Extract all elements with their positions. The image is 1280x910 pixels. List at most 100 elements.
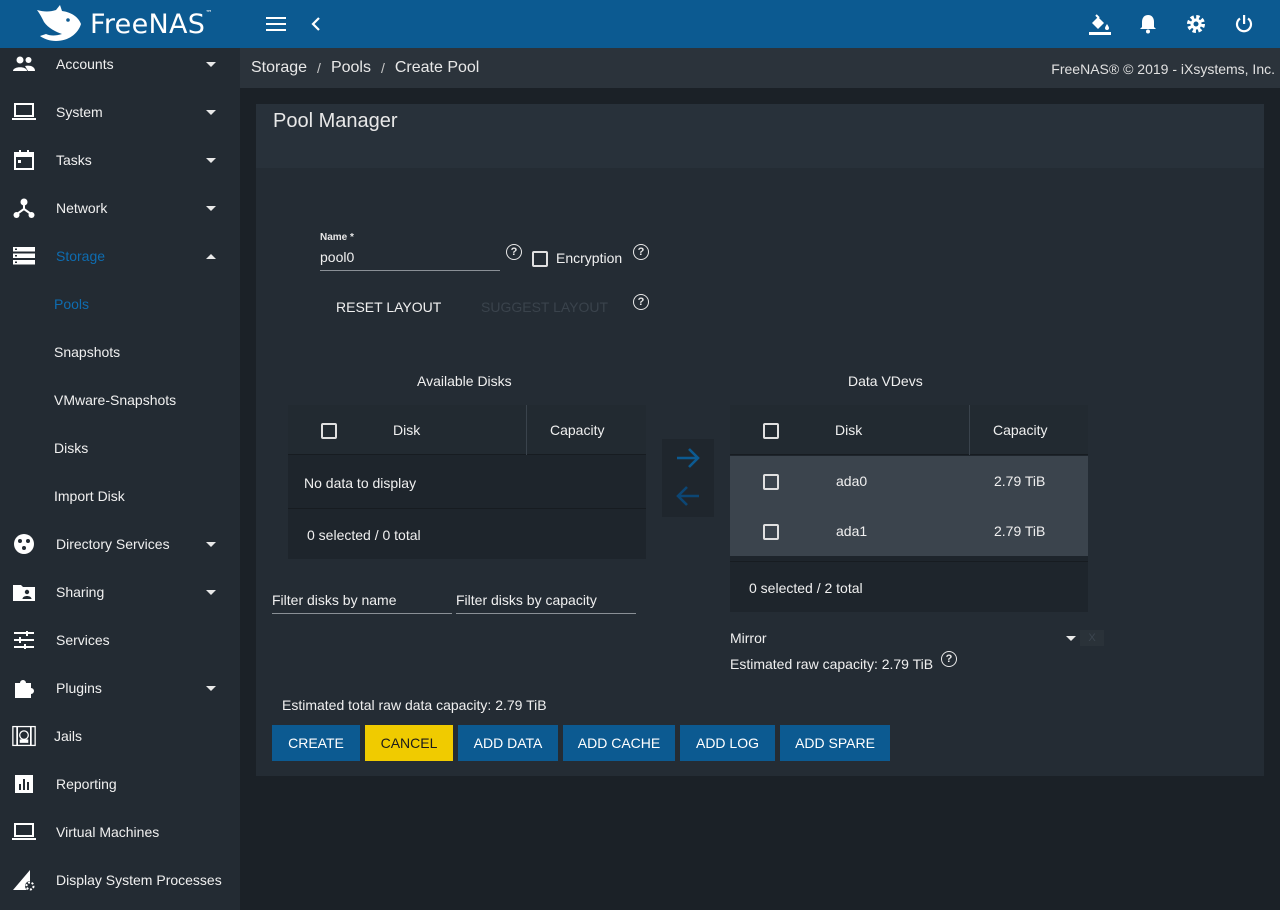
arrow-right-icon[interactable]: [675, 447, 701, 469]
add-log-button[interactable]: ADD LOG: [680, 725, 775, 761]
sidebar-item-network[interactable]: Network: [0, 184, 240, 232]
breadcrumb-storage[interactable]: Storage: [251, 59, 307, 77]
estimated-raw-capacity: Estimated raw capacity: 2.79 TiB: [730, 656, 934, 672]
sidebar-item-accounts[interactable]: Accounts: [0, 48, 240, 88]
chevron-down-icon: [206, 109, 216, 115]
back-icon[interactable]: [304, 12, 328, 36]
gear-icon[interactable]: [1184, 12, 1208, 36]
sidebar-subitem-snapshots[interactable]: Snapshots: [0, 328, 240, 376]
capacity-help-icon[interactable]: ?: [941, 651, 957, 667]
row-checkbox[interactable]: [763, 524, 779, 540]
column-header-capacity[interactable]: Capacity: [993, 422, 1047, 438]
filter-by-capacity-input[interactable]: Filter disks by capacity: [456, 592, 597, 608]
sidebar-subitem-vmware-snapshots[interactable]: VMware-Snapshots: [0, 376, 240, 424]
directory-icon: [12, 532, 36, 556]
puzzle-icon: [12, 676, 36, 700]
sidebar-item-label: Network: [56, 200, 108, 216]
create-button[interactable]: CREATE: [272, 725, 360, 761]
reset-layout-button[interactable]: RESET LAYOUT: [336, 299, 441, 315]
processes-icon: [12, 868, 36, 892]
app-name: FreeNAS™: [90, 8, 213, 40]
sidebar-item-directory-services[interactable]: Directory Services: [0, 520, 240, 568]
cancel-button[interactable]: CANCEL: [365, 725, 453, 761]
shark-icon: [37, 5, 81, 41]
encryption-checkbox[interactable]: [532, 251, 548, 267]
sidebar-item-system[interactable]: System: [0, 88, 240, 136]
chevron-down-icon: [206, 61, 216, 67]
bell-icon[interactable]: [1136, 12, 1160, 36]
available-disks-table: Disk Capacity No data to display 0 selec…: [288, 405, 646, 559]
table-row[interactable]: ada0 2.79 TiB: [730, 456, 1088, 506]
sidebar-item-plugins[interactable]: Plugins: [0, 664, 240, 712]
column-header-capacity[interactable]: Capacity: [550, 422, 604, 438]
sidebar-item-label: Storage: [56, 248, 106, 264]
add-data-button[interactable]: ADD DATA: [458, 725, 558, 761]
chevron-down-icon[interactable]: [1066, 636, 1076, 641]
available-footer: 0 selected / 0 total: [307, 527, 421, 543]
sidebar-item-label: Tasks: [56, 152, 92, 168]
arrow-left-icon[interactable]: [675, 485, 701, 507]
disk-capacity: 2.79 TiB: [994, 523, 1046, 539]
chevron-down-icon: [206, 685, 216, 691]
sidebar-item-label: Jails: [54, 728, 83, 744]
laptop-icon: [12, 100, 36, 124]
vdev-layout-select[interactable]: Mirror: [730, 630, 767, 646]
sidebar: Accounts System Tasks Network Storage Po…: [0, 48, 240, 910]
chevron-down-icon: [206, 589, 216, 595]
top-bar: FreeNAS™: [0, 0, 1280, 48]
name-help-icon[interactable]: ?: [506, 244, 522, 260]
sidebar-item-storage[interactable]: Storage: [0, 232, 240, 280]
theme-icon[interactable]: [1088, 12, 1112, 36]
vdev-select-all-checkbox[interactable]: [763, 423, 779, 439]
sidebar-item-label: Reporting: [56, 776, 117, 792]
power-icon[interactable]: [1232, 12, 1256, 36]
encryption-label: Encryption: [556, 250, 623, 266]
sidebar-item-label: Directory Services: [56, 536, 170, 552]
sidebar-item-label: Display System Processes: [56, 872, 222, 888]
jail-icon: [12, 724, 36, 748]
name-input-underline: [320, 270, 500, 271]
menu-icon[interactable]: [264, 12, 288, 36]
move-disks-controls: [662, 439, 714, 517]
sidebar-item-tasks[interactable]: Tasks: [0, 136, 240, 184]
freenas-logo[interactable]: FreeNAS™: [0, 0, 240, 48]
name-input[interactable]: pool0: [320, 249, 354, 265]
data-vdevs-title: Data VDevs: [848, 373, 923, 389]
vdevs-footer: 0 selected / 2 total: [749, 580, 863, 596]
column-header-disk[interactable]: Disk: [835, 422, 862, 438]
sidebar-item-label: System: [56, 104, 103, 120]
sidebar-item-services[interactable]: Services: [0, 616, 240, 664]
folder-shared-icon: [12, 580, 36, 604]
chart-icon: [12, 772, 36, 796]
people-icon: [12, 52, 36, 76]
available-disks-title: Available Disks: [417, 373, 512, 389]
table-header: Disk Capacity: [730, 405, 1088, 455]
row-checkbox[interactable]: [763, 474, 779, 490]
sidebar-item-label: Accounts: [56, 56, 114, 72]
sidebar-subitem-import-disk[interactable]: Import Disk: [0, 472, 240, 520]
sidebar-item-display-system-processes[interactable]: Display System Processes: [0, 856, 240, 904]
sidebar-item-sharing[interactable]: Sharing: [0, 568, 240, 616]
filter-by-name-input[interactable]: Filter disks by name: [272, 592, 396, 608]
layout-help-icon[interactable]: ?: [633, 294, 649, 310]
available-select-all-checkbox[interactable]: [321, 423, 337, 439]
sidebar-item-virtual-machines[interactable]: Virtual Machines: [0, 808, 240, 856]
sidebar-subitem-disks[interactable]: Disks: [0, 424, 240, 472]
sidebar-item-reporting[interactable]: Reporting: [0, 760, 240, 808]
breadcrumb-pools[interactable]: Pools: [331, 59, 371, 77]
breadcrumb-create-pool: Create Pool: [394, 59, 480, 76]
page-title: Pool Manager: [273, 110, 398, 132]
table-row[interactable]: ada1 2.79 TiB: [730, 506, 1088, 556]
sidebar-item-jails[interactable]: Jails: [0, 712, 240, 760]
column-header-disk[interactable]: Disk: [393, 422, 420, 438]
sidebar-item-label: Virtual Machines: [56, 824, 160, 840]
encryption-help-icon[interactable]: ?: [633, 244, 649, 260]
data-vdevs-table: Disk Capacity ada0 2.79 TiB ada1 2.79 Ti…: [730, 405, 1088, 612]
add-cache-button[interactable]: ADD CACHE: [563, 725, 675, 761]
breadcrumb-bar: Storage / Pools / Create Pool FreeNAS® ©…: [240, 48, 1280, 88]
suggest-layout-button[interactable]: SUGGEST LAYOUT: [481, 299, 608, 315]
pool-manager-card: Pool Manager Name * pool0 ? Encryption ?…: [256, 104, 1264, 776]
add-spare-button[interactable]: ADD SPARE: [780, 725, 890, 761]
sidebar-subitem-pools[interactable]: Pools: [0, 280, 240, 328]
remove-vdev-button[interactable]: X: [1080, 630, 1104, 646]
